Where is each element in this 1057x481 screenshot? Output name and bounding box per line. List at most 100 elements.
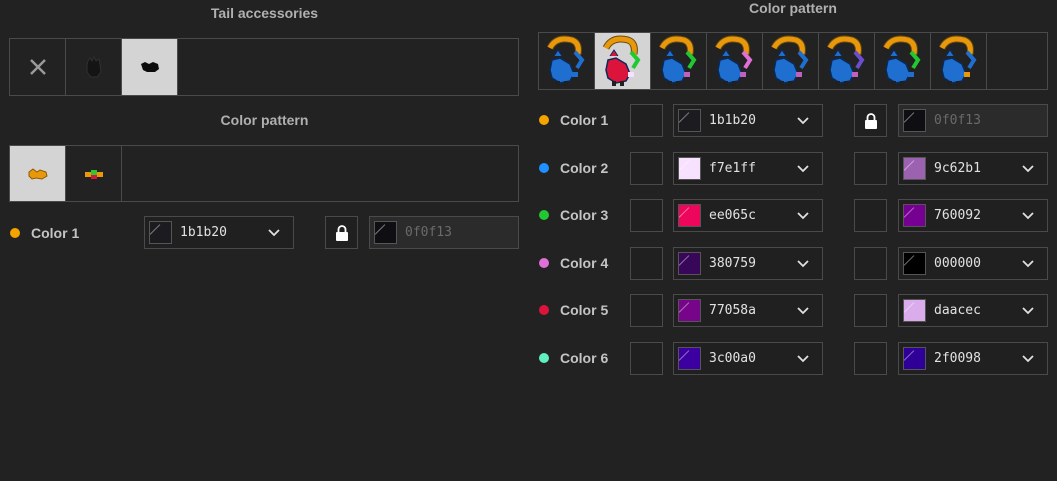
color-dot xyxy=(539,257,549,268)
tail-accessory-option-1[interactable] xyxy=(66,39,122,95)
chevron-down-icon xyxy=(797,212,809,220)
color-1-lock-button[interactable] xyxy=(854,104,887,137)
color-dot xyxy=(539,115,549,125)
color-6-lock-button[interactable] xyxy=(854,341,887,375)
color-2-primary-random-button[interactable] xyxy=(630,151,663,185)
color-2-label: Color 2 xyxy=(539,159,608,177)
chevron-down-icon xyxy=(1022,307,1034,315)
color-4-lock-button[interactable] xyxy=(854,246,887,280)
color-1-label: Color 1 xyxy=(539,111,608,129)
color-4-label: Color 4 xyxy=(539,254,608,272)
color-hex-value: 1b1b20 xyxy=(709,113,756,128)
pattern-option-2[interactable] xyxy=(595,33,651,89)
color-5-lock-button[interactable] xyxy=(854,294,887,327)
right-color-pattern-picker xyxy=(538,32,1048,90)
color-5-primary-select[interactable]: 77058a xyxy=(673,294,823,327)
creature-pattern-icon xyxy=(714,35,752,86)
color-swatch xyxy=(678,346,701,370)
color-hex-value: 2f0098 xyxy=(934,350,981,366)
color-3-primary-select[interactable]: ee065c xyxy=(673,199,823,232)
left-pattern-option-2[interactable] xyxy=(66,146,122,201)
left-color-1-label: Color 1 xyxy=(10,224,79,242)
color-swatch xyxy=(903,251,926,275)
color-5-secondary-select[interactable]: daacec xyxy=(898,294,1048,327)
color-swatch xyxy=(903,109,926,132)
left-color-1-primary-select[interactable]: 1b1b20 xyxy=(144,216,294,249)
right-color-pattern-title: Color pattern xyxy=(749,0,837,16)
color-swatch xyxy=(903,204,926,227)
color-4-primary-random-button[interactable] xyxy=(630,246,663,280)
color-2-primary-select[interactable]: f7e1ff xyxy=(673,151,823,185)
color-3-secondary-select[interactable]: 760092 xyxy=(898,199,1048,232)
color-swatch xyxy=(678,156,701,180)
chevron-down-icon xyxy=(1022,354,1034,362)
color-dot xyxy=(539,305,549,315)
color-label-text: Color 2 xyxy=(560,159,609,176)
pattern-option-3[interactable] xyxy=(651,33,707,89)
color-1-primary-select[interactable]: 1b1b20 xyxy=(673,104,823,137)
color-6-label: Color 6 xyxy=(539,349,608,367)
color-label-text: Color 3 xyxy=(560,207,609,223)
color-label-text: Color 1 xyxy=(31,225,80,241)
tail-accessory-option-2[interactable] xyxy=(122,39,178,95)
pattern-icon xyxy=(28,167,48,180)
color-3-lock-button[interactable] xyxy=(854,199,887,232)
close-icon xyxy=(29,59,46,75)
color-2-lock-button[interactable] xyxy=(854,151,887,185)
color-hex-value: 380759 xyxy=(709,255,756,271)
color-5-label: Color 5 xyxy=(539,301,608,319)
dark-accessory-icon xyxy=(86,55,102,78)
color-hex-value: 3c00a0 xyxy=(709,350,756,366)
color-swatch xyxy=(678,299,701,322)
pattern-option-5[interactable] xyxy=(763,33,819,89)
color-5-primary-random-button[interactable] xyxy=(630,294,663,327)
color-hex-value: 000000 xyxy=(934,255,981,271)
color-label-text: Color 5 xyxy=(560,302,609,318)
creature-pattern-icon xyxy=(602,35,640,86)
color-4-primary-select[interactable]: 380759 xyxy=(673,246,823,280)
color-dot xyxy=(539,210,549,220)
color-swatch xyxy=(903,346,926,370)
color-hex-value: 0f0f13 xyxy=(934,113,981,128)
color-hex-value: ee065c xyxy=(709,208,756,223)
color-3-primary-random-button[interactable] xyxy=(630,199,663,232)
chevron-down-icon xyxy=(797,259,809,267)
color-hex-value: daacec xyxy=(934,303,981,318)
pattern-option-7[interactable] xyxy=(875,33,931,89)
pattern-option-8[interactable] xyxy=(931,33,987,89)
left-color-1-secondary-select: 0f0f13 xyxy=(369,216,519,249)
color-6-primary-random-button[interactable] xyxy=(630,341,663,375)
color-hex-value: 77058a xyxy=(709,303,756,318)
color-6-primary-select[interactable]: 3c00a0 xyxy=(673,341,823,375)
color-label-text: Color 1 xyxy=(560,112,609,128)
color-dot xyxy=(539,162,549,173)
color-4-secondary-select[interactable]: 000000 xyxy=(898,246,1048,280)
color-2-secondary-select[interactable]: 9c62b1 xyxy=(898,151,1048,185)
color-dot xyxy=(539,352,549,363)
creature-pattern-icon xyxy=(546,35,584,86)
color-1-primary-random-button[interactable] xyxy=(630,104,663,137)
left-pattern-option-1[interactable] xyxy=(10,146,66,201)
color-swatch xyxy=(149,221,172,244)
pattern-option-1[interactable] xyxy=(539,33,595,89)
tail-accessory-none[interactable] xyxy=(10,39,66,95)
left-color-pattern-title: Color pattern xyxy=(220,112,309,128)
chevron-down-icon xyxy=(1022,164,1034,172)
creature-pattern-icon xyxy=(770,35,808,86)
pattern-option-6[interactable] xyxy=(819,33,875,89)
chevron-down-icon xyxy=(797,117,809,125)
color-label-text: Color 6 xyxy=(560,349,609,366)
color-hex-value: f7e1ff xyxy=(709,160,756,176)
pattern-option-4[interactable] xyxy=(707,33,763,89)
color-6-secondary-select[interactable]: 2f0098 xyxy=(898,341,1048,375)
tail-accessory-picker xyxy=(9,38,519,96)
color-swatch xyxy=(903,156,926,180)
left-color-1-lock-button[interactable] xyxy=(325,216,358,249)
color-swatch xyxy=(374,221,397,244)
left-color-pattern-picker xyxy=(9,145,519,202)
chevron-down-icon xyxy=(797,307,809,315)
color-dot xyxy=(10,228,20,238)
color-swatch xyxy=(903,299,926,322)
color-swatch xyxy=(678,251,701,275)
color-hex-value: 760092 xyxy=(934,208,981,223)
